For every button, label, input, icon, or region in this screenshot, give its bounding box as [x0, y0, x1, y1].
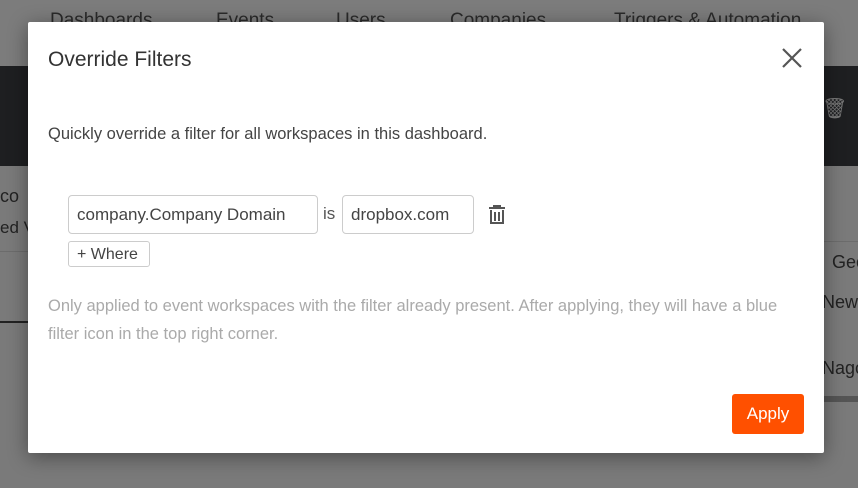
bg-text: Geo	[832, 252, 858, 272]
override-filters-dialog: Override Filters Quickly override a filt…	[28, 22, 824, 453]
bg-text: co	[0, 186, 20, 206]
apply-button[interactable]: Apply	[732, 394, 804, 434]
filter-value-input[interactable]: dropbox.com	[342, 195, 474, 234]
add-where-button[interactable]: + Where	[68, 241, 150, 267]
dialog-title: Override Filters	[48, 48, 192, 71]
trash-icon[interactable]: 🗑	[822, 96, 847, 121]
filter-property-select[interactable]: company.Company Domain	[68, 195, 318, 234]
dialog-description: Quickly override a filter for all worksp…	[48, 125, 488, 143]
dialog-note: Only applied to event workspaces with th…	[48, 297, 778, 343]
delete-filter-icon[interactable]	[486, 203, 508, 227]
bg-text: Nago	[822, 358, 858, 378]
filter-operator[interactable]: is	[323, 204, 335, 224]
close-icon[interactable]	[776, 42, 808, 74]
bg-text: New	[822, 292, 858, 312]
